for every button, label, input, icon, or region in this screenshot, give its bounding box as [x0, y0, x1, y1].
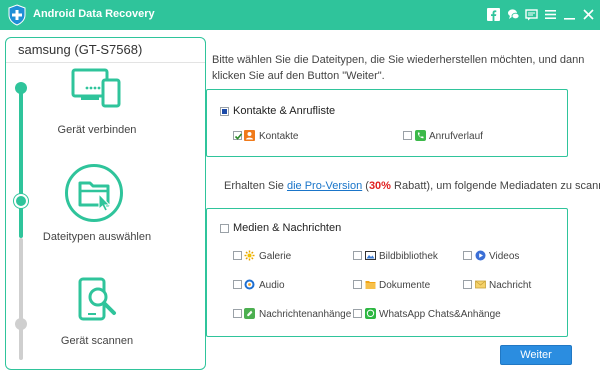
- chat-icon[interactable]: [507, 8, 520, 21]
- videos-label: Videos: [489, 251, 520, 262]
- pro-notice-prefix: Erhalten Sie: [224, 180, 287, 192]
- documents-checkbox[interactable]: [353, 280, 362, 289]
- step-label-scan: Gerät scannen: [60, 335, 134, 347]
- step-2-dot: [14, 194, 28, 208]
- contacts-group-label: Kontakte & Anrufliste: [233, 105, 336, 117]
- picture-library-checkbox[interactable]: [353, 251, 362, 260]
- contacts-group-box: Kontakte & Anrufliste Kontakte Anrufverl…: [206, 89, 568, 157]
- media-group-box: Medien & Nachrichten Galerie Bildbibliot…: [206, 208, 568, 337]
- audio-icon: [244, 279, 255, 290]
- pro-notice-paren: (: [362, 180, 369, 192]
- message-attachments-icon: [244, 308, 255, 319]
- gallery-icon: [244, 250, 255, 261]
- step-label-select: Dateitypen auswählen: [42, 231, 152, 243]
- instruction-text: Bitte wählen Sie die Dateitypen, die Sie…: [212, 54, 585, 82]
- message-checkbox[interactable]: [463, 280, 472, 289]
- progress-track-active: [19, 88, 23, 238]
- message-attachments-label: Nachrichtenanhänge: [259, 309, 352, 320]
- media-group-checkbox[interactable]: [220, 224, 229, 233]
- contacts-icon: [244, 130, 255, 141]
- picture-library-label: Bildbibliothek: [379, 251, 438, 262]
- app-title: Android Data Recovery: [33, 8, 155, 20]
- documents-icon: [365, 279, 376, 290]
- pro-notice-suffix: Rabatt), um folgende Mediadaten zu scann…: [390, 180, 600, 192]
- gallery-checkbox[interactable]: [233, 251, 242, 260]
- feedback-icon[interactable]: [525, 8, 538, 21]
- phone-scan-icon: [76, 277, 124, 321]
- discount-percent: 30%: [368, 180, 391, 192]
- folder-select-icon: [78, 181, 111, 212]
- device-name: samsung (GT-S7568): [18, 42, 143, 57]
- title-bar: Android Data Recovery: [0, 0, 600, 30]
- divider: [6, 62, 205, 63]
- media-group-label: Medien & Nachrichten: [233, 222, 342, 234]
- contacts-label: Kontakte: [259, 131, 299, 142]
- call-log-label: Anrufverlauf: [429, 131, 483, 142]
- videos-checkbox[interactable]: [463, 251, 472, 260]
- close-icon[interactable]: [582, 8, 595, 21]
- whatsapp-icon: [365, 308, 376, 319]
- step-2-ring: [65, 164, 123, 222]
- call-log-checkbox[interactable]: [403, 131, 412, 140]
- step-3-dot: [15, 318, 27, 330]
- device-connect-icon: [71, 68, 123, 108]
- documents-label: Dokumente: [379, 280, 431, 291]
- whatsapp-checkbox[interactable]: [353, 309, 362, 318]
- audio-checkbox[interactable]: [233, 280, 242, 289]
- minimize-icon[interactable]: [563, 8, 576, 21]
- app-logo-icon: [6, 4, 28, 26]
- step-1-dot: [15, 82, 27, 94]
- message-icon: [475, 279, 486, 290]
- call-log-icon: [415, 130, 426, 141]
- pro-version-link[interactable]: die Pro-Version: [287, 180, 362, 192]
- picture-library-icon: [365, 250, 376, 261]
- progress-track-pending: [19, 238, 23, 360]
- audio-label: Audio: [259, 280, 285, 291]
- menu-icon[interactable]: [544, 8, 557, 21]
- next-button[interactable]: Weiter: [500, 345, 572, 365]
- videos-icon: [475, 250, 486, 261]
- gallery-label: Galerie: [259, 251, 292, 262]
- contacts-group-checkbox[interactable]: [220, 107, 229, 116]
- pro-version-notice: Erhalten Sie die Pro-Version (30% Rabatt…: [224, 180, 600, 192]
- whatsapp-label: WhatsApp Chats&Anhänge: [379, 309, 501, 320]
- contacts-checkbox[interactable]: [233, 131, 243, 140]
- message-attachments-checkbox[interactable]: [233, 309, 242, 318]
- step-label-connect: Gerät verbinden: [57, 124, 137, 136]
- facebook-icon[interactable]: [487, 8, 500, 21]
- steps-panel: samsung (GT-S7568) Gerät verbinden Datei…: [5, 37, 206, 370]
- message-label: Nachricht: [489, 280, 532, 291]
